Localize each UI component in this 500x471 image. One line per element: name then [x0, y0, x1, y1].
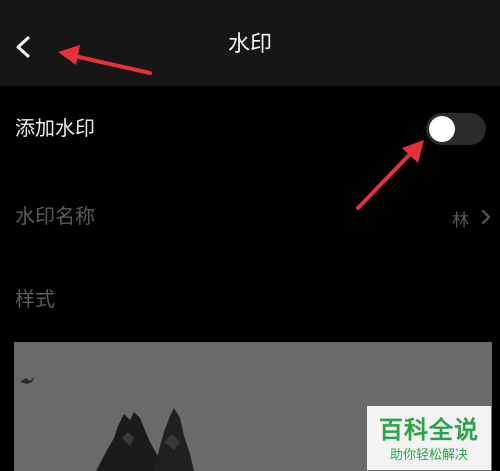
page-title: 水印 [227, 32, 272, 57]
style-label: 样式 [15, 287, 55, 311]
add-watermark-toggle[interactable] [426, 113, 486, 145]
chevron-right-icon[interactable] [480, 208, 492, 226]
watermark-name-value[interactable]: 林 [452, 206, 469, 231]
watermark-badge: 百科全说 助你轻松解决 [367, 406, 491, 470]
watermark-title: 百科全说 [379, 416, 479, 444]
top-bar: 水印 [0, 0, 500, 86]
add-watermark-label: 添加水印 [15, 116, 95, 140]
toggle-knob [429, 116, 455, 142]
arrow-to-toggle [356, 140, 424, 210]
watermark-name-label[interactable]: 水印名称 [15, 202, 95, 230]
watermark-subtitle: 助你轻松解决 [389, 448, 468, 463]
